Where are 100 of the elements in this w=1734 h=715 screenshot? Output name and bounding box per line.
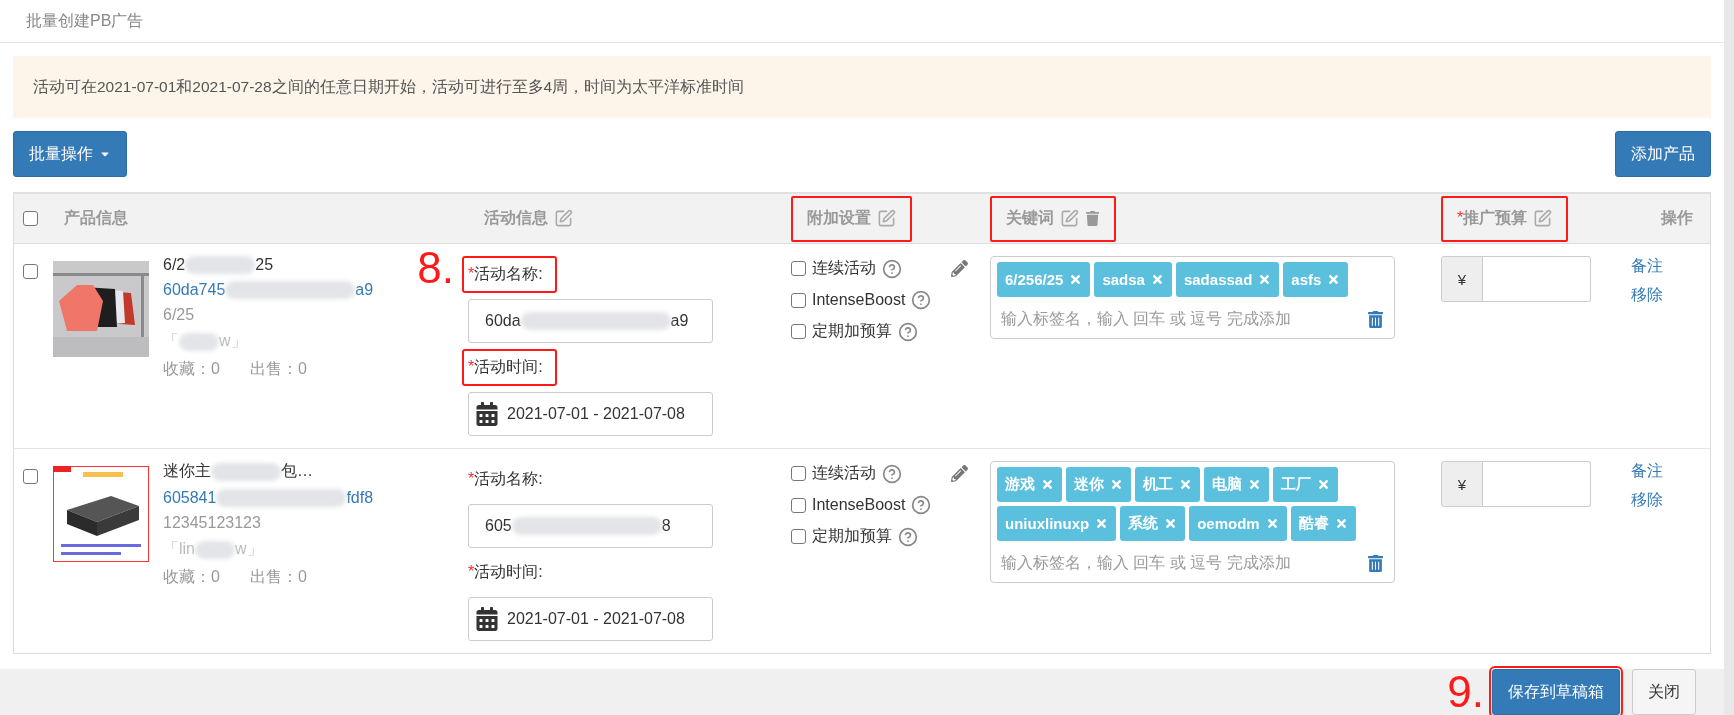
- budget-field[interactable]: [1483, 256, 1591, 302]
- trash-icon[interactable]: [1367, 311, 1384, 328]
- field-label: *活动名称:: [467, 469, 544, 489]
- keyword-tag: uniuxlinuxp: [997, 506, 1117, 541]
- action-link[interactable]: 移除: [1631, 285, 1663, 306]
- option-checkbox[interactable]: [791, 466, 806, 481]
- select-all-checkbox[interactable]: [23, 211, 38, 226]
- help-icon[interactable]: [882, 463, 902, 484]
- keyword-tag: 酷睿: [1290, 506, 1356, 541]
- column-header: 操作: [1661, 208, 1693, 228]
- option-label: 定期加预算: [812, 321, 892, 341]
- shop-name: 「lin: [163, 539, 195, 559]
- field-value: 2021-07-01 - 2021-07-08: [507, 405, 685, 423]
- option-label: IntenseBoost: [812, 496, 906, 514]
- close-icon[interactable]: [1317, 478, 1330, 491]
- add-product-button[interactable]: 添加产品: [1615, 131, 1711, 177]
- save-draft-button[interactable]: 保存到草稿箱: [1492, 669, 1620, 715]
- product-sku: 6/25: [163, 306, 195, 324]
- keyword-tag: 电脑: [1204, 467, 1269, 502]
- close-icon[interactable]: [1265, 517, 1279, 530]
- field-label: *活动时间:: [462, 349, 557, 386]
- annotation-number: 8.: [417, 246, 454, 290]
- field-label: *活动名称:: [462, 256, 557, 293]
- trash-icon[interactable]: [1367, 555, 1384, 572]
- product-stat: 收藏：0: [163, 567, 220, 587]
- column-header: 关键词: [1006, 208, 1054, 228]
- edit-icon[interactable]: [554, 209, 573, 228]
- column-header: 产品信息: [64, 208, 128, 228]
- help-icon[interactable]: [882, 258, 902, 279]
- action-link[interactable]: 移除: [1631, 490, 1663, 511]
- close-icon[interactable]: [1041, 478, 1054, 491]
- help-icon[interactable]: [911, 290, 932, 310]
- keyword-placeholder: 输入标签名，输入 回车 或 逗号 完成添加: [1001, 309, 1291, 329]
- option-label: IntenseBoost: [812, 291, 906, 309]
- option-label: 连续活动: [812, 258, 876, 278]
- keyword-tag: 游戏: [997, 467, 1062, 502]
- redaction-blur: [211, 462, 281, 481]
- pencil-icon[interactable]: [951, 260, 968, 277]
- shop-name: w」: [219, 331, 247, 351]
- campaign-name-field[interactable]: 605 8: [468, 504, 713, 548]
- field-value: 60da: [485, 312, 521, 330]
- field-label: *活动时间:: [467, 562, 544, 582]
- option-checkbox[interactable]: [791, 324, 806, 339]
- help-icon[interactable]: [911, 495, 932, 515]
- date-range-field[interactable]: 2021-07-01 - 2021-07-08: [468, 392, 713, 436]
- keyword-tag: sadassad: [1175, 262, 1280, 297]
- close-icon[interactable]: [1164, 517, 1178, 530]
- keyword-placeholder: 输入标签名，输入 回车 或 逗号 完成添加: [1001, 553, 1291, 573]
- field-value: 605: [485, 517, 512, 535]
- keyword-tag: sadsa: [1094, 262, 1172, 297]
- bulk-actions-button[interactable]: 批量操作: [13, 131, 127, 177]
- budget-field[interactable]: [1483, 461, 1591, 507]
- trash-icon[interactable]: [1085, 211, 1100, 226]
- option-checkbox[interactable]: [791, 529, 806, 544]
- product-sku: 12345123123: [163, 514, 261, 532]
- edit-icon[interactable]: [877, 209, 896, 228]
- keyword-tag: 机工: [1135, 467, 1200, 502]
- keyword-tag: oemodm: [1189, 506, 1287, 541]
- edit-icon[interactable]: [1533, 209, 1553, 228]
- action-link[interactable]: 备注: [1631, 256, 1663, 277]
- keyword-tag: 迷你: [1066, 467, 1131, 502]
- close-icon[interactable]: [1110, 478, 1123, 491]
- keyword-tag-field[interactable]: 6/256/25 sadsa sadassad asfs 输入标签名，输入 回车 或 逗号 完成添加: [990, 256, 1395, 339]
- option-checkbox[interactable]: [791, 497, 806, 513]
- product-name: 25: [255, 256, 274, 274]
- keyword-tag-field[interactable]: 游戏 迷你 机工 电脑 工厂 uniuxlinuxp 系统 oemodm 酷睿 输入标签名，输入 回车 或 逗号 完成添加: [990, 461, 1395, 583]
- row-checkbox[interactable]: [23, 264, 38, 279]
- column-header: 附加设置: [807, 208, 871, 228]
- product-stat: 出售：0: [249, 359, 307, 379]
- close-icon[interactable]: [1334, 517, 1348, 530]
- close-icon[interactable]: [1069, 273, 1083, 286]
- option-checkbox[interactable]: [791, 292, 806, 308]
- close-button[interactable]: 关闭: [1632, 669, 1696, 715]
- product-stat: 收藏：0: [163, 359, 220, 379]
- product-name: 包…: [281, 461, 313, 481]
- row-checkbox[interactable]: [23, 469, 38, 484]
- close-icon[interactable]: [1327, 273, 1341, 286]
- campaign-name-field[interactable]: 60da a9: [468, 299, 713, 343]
- calendar-icon: [475, 402, 499, 426]
- keyword-tag: 工厂: [1273, 467, 1338, 502]
- keyword-tag: 系统: [1120, 506, 1186, 541]
- close-icon[interactable]: [1150, 273, 1164, 286]
- close-icon[interactable]: [1248, 478, 1261, 491]
- option-label: 连续活动: [812, 463, 876, 483]
- column-header: 活动信息: [484, 208, 548, 228]
- pencil-icon[interactable]: [951, 465, 968, 482]
- product-name: 迷你主: [163, 461, 211, 481]
- redaction-blur: [179, 332, 219, 351]
- column-header: *推广预算: [1457, 208, 1528, 228]
- help-icon[interactable]: [898, 526, 918, 547]
- annotation-number: 9.: [1447, 670, 1484, 714]
- close-icon[interactable]: [1258, 273, 1272, 286]
- keyword-tag: 6/256/25: [997, 262, 1091, 297]
- help-icon[interactable]: [898, 321, 918, 342]
- action-link[interactable]: 备注: [1631, 461, 1663, 482]
- date-range-field[interactable]: 2021-07-01 - 2021-07-08: [468, 597, 713, 641]
- close-icon[interactable]: [1095, 517, 1109, 530]
- edit-icon[interactable]: [1060, 209, 1079, 228]
- close-icon[interactable]: [1179, 478, 1192, 491]
- option-checkbox[interactable]: [791, 261, 806, 276]
